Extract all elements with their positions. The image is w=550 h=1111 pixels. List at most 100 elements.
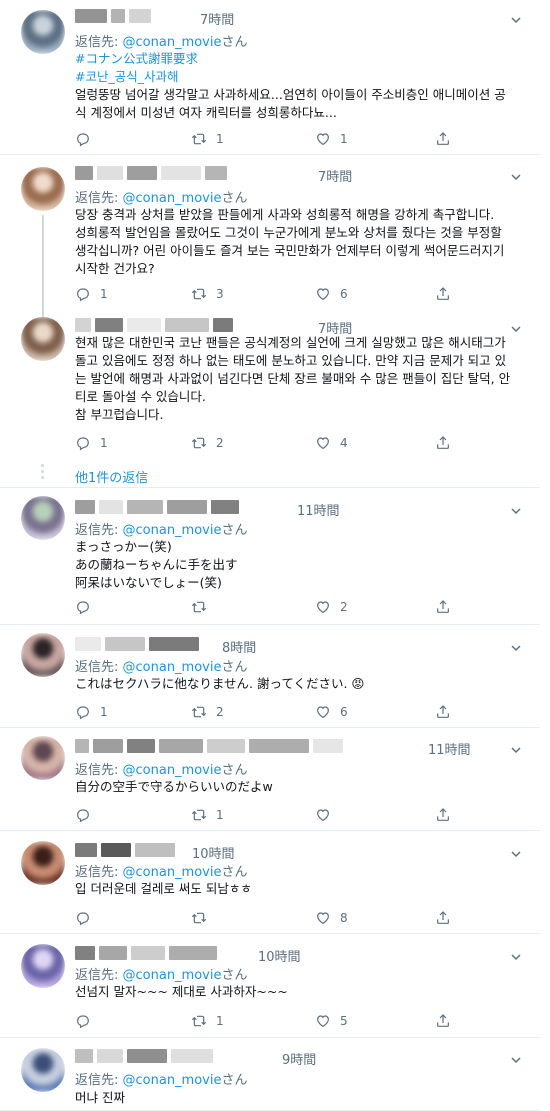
retweet-button[interactable]: 1	[191, 130, 224, 148]
chevron-down-icon[interactable]	[510, 320, 522, 333]
share-button[interactable]	[435, 598, 451, 616]
retweet-button[interactable]	[191, 598, 216, 616]
timestamp[interactable]: 7時間	[318, 166, 352, 185]
thread-connector	[42, 215, 44, 317]
like-button[interactable]: 4	[315, 434, 348, 452]
share-icon	[435, 131, 451, 147]
avatar[interactable]	[21, 841, 65, 885]
show-more-replies-link[interactable]: 他1件の返信	[75, 467, 148, 486]
chevron-down-icon[interactable]	[510, 741, 522, 754]
avatar[interactable]	[21, 1048, 65, 1092]
reply-handle-link[interactable]: @conan_movie	[123, 660, 222, 675]
timestamp[interactable]: 11時間	[297, 500, 340, 519]
reply-icon	[75, 1013, 91, 1029]
reply-button[interactable]	[75, 598, 100, 616]
reply-handle-link[interactable]: @conan_movie	[123, 865, 222, 880]
reply-handle-link[interactable]: @conan_movie	[123, 763, 222, 778]
timestamp[interactable]: 11時間	[428, 739, 471, 758]
display-name-obscured[interactable]	[75, 499, 515, 517]
share-button[interactable]	[435, 1012, 451, 1030]
chevron-down-icon[interactable]	[510, 502, 522, 515]
tweet-text: これはセクハラに他なりません. 謝ってください. 😡	[75, 675, 530, 693]
reply-tweet[interactable]: 10時間 返信先: @conan_movieさん 선넘지 말자~~~ 제대로 사과하…	[0, 934, 540, 1038]
like-button[interactable]: 5	[315, 1012, 348, 1030]
retweet-icon	[191, 910, 207, 926]
retweet-button[interactable]: 2	[191, 434, 224, 452]
avatar[interactable]	[21, 633, 65, 677]
chevron-down-icon[interactable]	[510, 168, 522, 181]
tweet-text-line: 머냐 진짜	[75, 1090, 125, 1105]
retweet-button[interactable]: 2	[191, 703, 224, 721]
share-button[interactable]	[435, 909, 451, 927]
like-button[interactable]	[315, 806, 340, 824]
avatar[interactable]	[21, 10, 65, 54]
display-name-obscured[interactable]	[75, 317, 515, 335]
timestamp[interactable]: 10時間	[192, 843, 235, 862]
display-name-obscured[interactable]	[75, 165, 515, 183]
retweet-button[interactable]: 1	[191, 1012, 224, 1030]
reply-button[interactable]	[75, 806, 100, 824]
reply-handle-link[interactable]: @conan_movie	[123, 1073, 222, 1088]
like-button[interactable]: 6	[315, 703, 348, 721]
reply-button[interactable]	[75, 909, 100, 927]
reply-handle-link[interactable]: @conan_movie	[123, 968, 222, 983]
timestamp[interactable]: 10時間	[258, 946, 301, 965]
like-button[interactable]: 6	[315, 285, 348, 303]
share-button[interactable]	[435, 806, 451, 824]
chevron-down-icon[interactable]	[510, 1051, 522, 1064]
reply-tweet[interactable]: 11時間 返信先: @conan_movieさん まっさっかー(笑) あの蘭ねーちゃん…	[0, 488, 540, 625]
reply-button[interactable]	[75, 1012, 100, 1030]
display-name-obscured[interactable]	[75, 8, 515, 26]
retweet-icon	[191, 1013, 207, 1029]
chevron-down-icon[interactable]	[510, 11, 522, 24]
share-button[interactable]	[435, 130, 451, 148]
share-button[interactable]	[435, 434, 451, 452]
hashtag-link[interactable]: #코난_공식_사과해	[75, 68, 530, 86]
reply-tweet[interactable]: 7時間 현재 많은 대한민국 코난 팬들은 공식계정의 실언에 크게 실망했고 많…	[0, 312, 540, 488]
retweet-button[interactable]: 3	[191, 285, 224, 303]
reply-tweet[interactable]: 11時間 返信先: @conan_movieさん 自分の空手で守るからいいのだよw 1	[0, 728, 540, 831]
reply-icon	[75, 286, 91, 302]
reply-button[interactable]: 1	[75, 703, 108, 721]
reply-handle-link[interactable]: @conan_movie	[123, 191, 222, 206]
reply-tweet[interactable]: 7時間 返信先: @conan_movieさん #コナン公式謝罪要求 #코난_공식_사…	[0, 0, 540, 155]
retweet-button[interactable]	[191, 909, 216, 927]
timestamp[interactable]: 8時間	[222, 637, 256, 656]
reply-button[interactable]: 1	[75, 434, 108, 452]
like-button[interactable]: 8	[315, 909, 348, 927]
reply-button[interactable]	[75, 130, 100, 148]
reply-handle-link[interactable]: @conan_movie	[123, 35, 222, 50]
retweet-icon	[191, 286, 207, 302]
reply-tweet[interactable]: 7時間 返信先: @conan_movieさん 당장 충격과 상처를 받았을 판들에…	[0, 155, 540, 317]
timestamp[interactable]: 9時間	[282, 1049, 316, 1068]
reply-handle-link[interactable]: @conan_movie	[123, 523, 222, 538]
reply-prefix: 返信先:	[75, 35, 123, 50]
hashtag-link[interactable]: #コナン公式謝罪要求	[75, 50, 530, 68]
display-name-obscured[interactable]	[75, 636, 515, 654]
avatar[interactable]	[21, 736, 65, 780]
avatar[interactable]	[21, 496, 65, 540]
tweet-actions: 1 3 6	[75, 285, 455, 303]
avatar[interactable]	[21, 944, 65, 988]
replying-to: 返信先: @conan_movieさん	[75, 964, 248, 983]
chevron-down-icon[interactable]	[510, 948, 522, 961]
avatar[interactable]	[21, 317, 65, 361]
like-button[interactable]: 1	[315, 130, 348, 148]
reply-prefix: 返信先:	[75, 968, 123, 983]
share-button[interactable]	[435, 703, 451, 721]
reply-tweet[interactable]: 10時間 返信先: @conan_movieさん 입 더러운데 걸레로 써도 되남ㅎ…	[0, 831, 540, 934]
like-button[interactable]: 2	[315, 598, 348, 616]
chevron-down-icon[interactable]	[510, 639, 522, 652]
timestamp[interactable]: 7時間	[200, 9, 234, 28]
reply-count: 1	[100, 287, 108, 301]
tweet-text: 당장 충격과 상처를 받았을 판들에게 사과와 성희롱적 해명을 강하게 촉구합…	[75, 206, 530, 278]
chevron-down-icon[interactable]	[510, 845, 522, 858]
retweet-button[interactable]: 1	[191, 806, 224, 824]
reply-tweet[interactable]: 9時間 返信先: @conan_movieさん 머냐 진짜	[0, 1038, 540, 1111]
reply-button[interactable]: 1	[75, 285, 108, 303]
display-name-obscured[interactable]	[75, 842, 515, 860]
share-button[interactable]	[435, 285, 451, 303]
tweet-text-line: 입 더러운데 걸레로 써도 되남ㅎㅎ	[75, 881, 252, 896]
avatar[interactable]	[21, 167, 65, 211]
reply-tweet[interactable]: 8時間 返信先: @conan_movieさん これはセクハラに他なりません. 謝っ…	[0, 625, 540, 728]
